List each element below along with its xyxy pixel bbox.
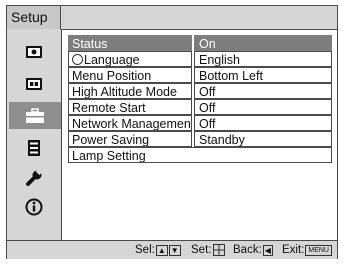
sidebar-item-picture[interactable] xyxy=(14,38,54,65)
menu-row-label: Network Management xyxy=(68,115,192,131)
menu-row-status[interactable]: Status On xyxy=(68,35,332,51)
sidebar-item-setup[interactable] xyxy=(9,102,61,129)
hint-select: Sel: ▲ ▼ xyxy=(135,244,181,256)
menu-row-label: Status xyxy=(68,35,192,51)
menu-row-value: Off xyxy=(194,83,332,99)
menu-row-value: Off xyxy=(194,99,332,115)
menu-row-language[interactable]: Language English xyxy=(68,51,332,67)
input-icon xyxy=(26,77,42,90)
menu-row-value: Bottom Left xyxy=(194,67,332,83)
info-icon xyxy=(25,198,43,215)
menu-row-remote-start[interactable]: Remote Start Off xyxy=(68,99,332,115)
hint-exit-label: Exit: xyxy=(282,244,305,256)
hint-set: Set: xyxy=(191,244,226,256)
menu-row-label: Menu Position xyxy=(68,67,192,83)
menu-row-label: Remote Start xyxy=(68,99,192,115)
menu-row-label-text: Language xyxy=(84,53,140,67)
hint-exit: Exit: MENU xyxy=(282,244,332,256)
menu-row-power-saving[interactable]: Power Saving Standby xyxy=(68,131,332,147)
menu-row-label: High Altitude Mode xyxy=(68,83,192,99)
hint-back-label: Back: xyxy=(233,244,262,256)
menu-row-network-management[interactable]: Network Management Off xyxy=(68,115,332,131)
arrow-up-key-icon: ▲ xyxy=(155,244,168,256)
wrench-icon xyxy=(26,168,43,186)
menu-list-icon xyxy=(28,139,40,156)
key-guide-footer: Sel: ▲ ▼ Set: Back: ◀ Exit: MENU xyxy=(7,241,337,259)
arrow-down-key-icon: ▼ xyxy=(168,244,181,256)
hint-select-label: Sel: xyxy=(135,244,155,256)
menu-row-value: English xyxy=(194,51,332,67)
menu-sidebar xyxy=(7,30,61,240)
sidebar-item-installation[interactable] xyxy=(14,164,54,191)
setup-menu-window: Setup Status On Language English Menu Po… xyxy=(6,5,338,259)
menu-key-icon: MENU xyxy=(305,244,332,256)
hint-set-label: Set: xyxy=(191,244,212,256)
menu-row-lamp-setting[interactable]: Lamp Setting xyxy=(68,147,332,163)
menu-row-label: Power Saving xyxy=(68,131,192,147)
setup-toolbox-icon xyxy=(26,107,44,123)
sidebar-item-input[interactable] xyxy=(14,70,54,97)
menu-row-label: Lamp Setting xyxy=(68,147,332,163)
menu-title: Setup xyxy=(7,6,61,30)
enter-key-icon xyxy=(213,244,226,256)
sidebar-item-menu-list[interactable] xyxy=(14,134,54,161)
menu-row-high-altitude-mode[interactable]: High Altitude Mode Off xyxy=(68,83,332,99)
hint-back: Back: ◀ xyxy=(233,244,273,256)
menu-row-value: On xyxy=(194,35,332,51)
arrow-left-key-icon: ◀ xyxy=(262,244,273,256)
menu-row-value: Standby xyxy=(194,131,332,147)
sidebar-item-information[interactable] xyxy=(14,193,54,220)
menu-row-value: Off xyxy=(194,115,332,131)
menu-content: Status On Language English Menu Position… xyxy=(61,30,337,240)
language-icon xyxy=(72,54,83,65)
menu-row-label: Language xyxy=(68,51,192,67)
menu-row-menu-position[interactable]: Menu Position Bottom Left xyxy=(68,67,332,83)
picture-icon xyxy=(26,45,42,58)
